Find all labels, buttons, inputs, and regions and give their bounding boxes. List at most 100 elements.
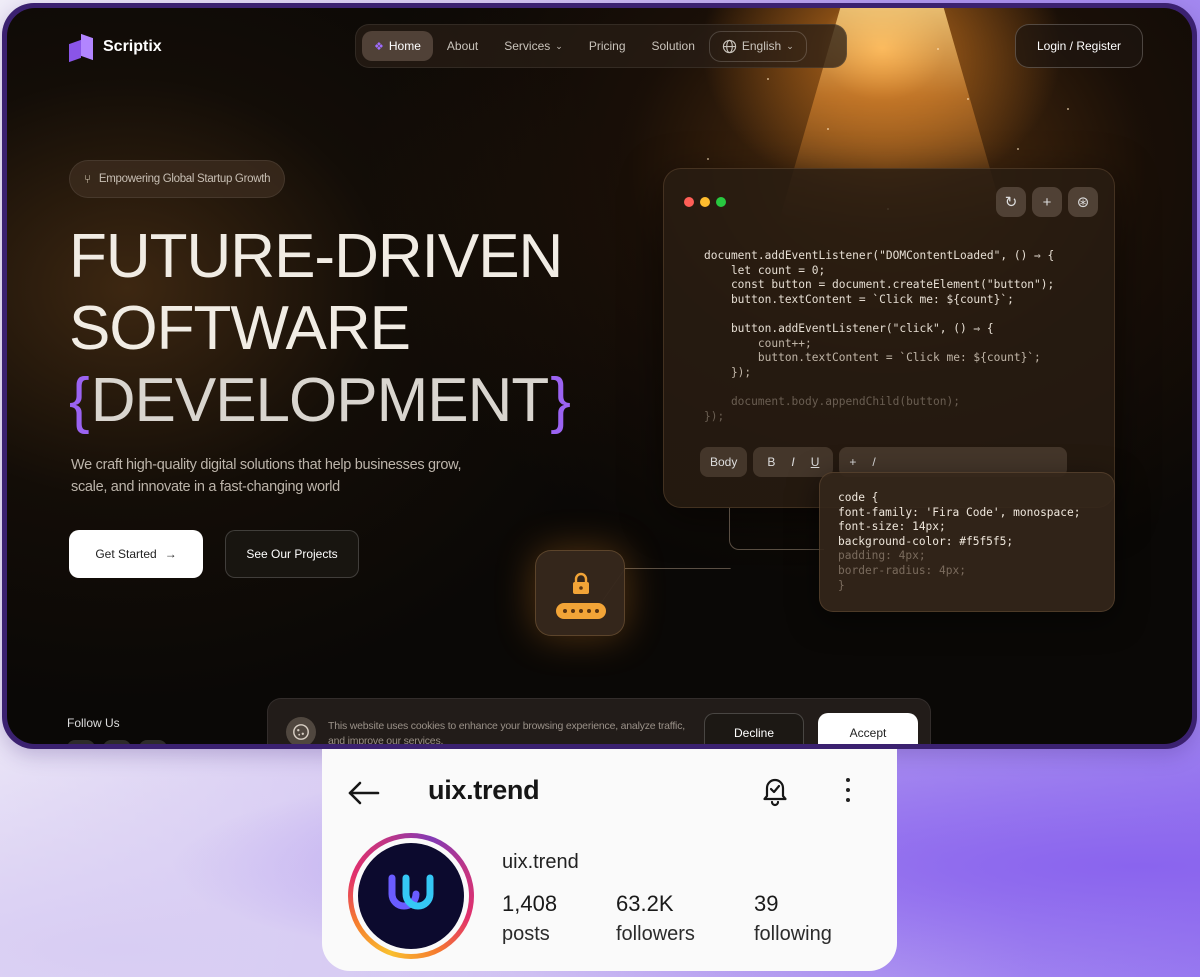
social-icon[interactable]: [67, 740, 95, 744]
insert-plus-button[interactable]: +: [849, 455, 856, 469]
hero-badge-text: Empowering Global Startup Growth: [98, 173, 271, 185]
cookie-icon: [286, 717, 316, 744]
posts-count: 1,408: [502, 891, 558, 916]
globe-icon: [722, 39, 737, 53]
code-line: document.addEventListener("DOMContentLoa…: [704, 249, 1055, 262]
editor-actions: ↻ + ⊛: [996, 187, 1098, 217]
cookie-banner: This website uses cookies to enhance you…: [267, 698, 931, 744]
nav-about[interactable]: About: [435, 31, 490, 61]
css-line: code {: [838, 491, 879, 504]
social-icon[interactable]: [103, 740, 131, 744]
code-line: const button = document.createElement("b…: [704, 278, 1055, 292]
minimize-dot[interactable]: [700, 197, 710, 207]
css-line: }: [838, 578, 845, 592]
plus-icon[interactable]: +: [1032, 187, 1062, 217]
code-line: let count = 0;: [704, 263, 826, 277]
more-vertical-icon[interactable]: [838, 775, 858, 805]
posts-label: posts: [502, 923, 550, 945]
avatar: [358, 843, 464, 949]
css-line: font-size: 14px;: [838, 520, 946, 534]
password-dots-icon: [556, 603, 606, 619]
bell-check-icon[interactable]: [758, 773, 792, 807]
see-projects-button[interactable]: See Our Projects: [225, 530, 359, 578]
get-started-label: Get Started: [95, 547, 157, 561]
code-line: });: [704, 365, 752, 379]
nav-pricing[interactable]: Pricing: [577, 31, 638, 61]
hero-subtitle: We craft high-quality digital solutions …: [71, 457, 462, 495]
lock-icon: [573, 572, 589, 594]
site-logo[interactable]: Scriptix: [69, 33, 162, 63]
hero-badge: ⑂ Empowering Global Startup Growth: [69, 160, 286, 198]
language-label: English: [741, 39, 782, 53]
device-frame: Scriptix ❖ Home About Services ⌄ Pricing…: [2, 3, 1197, 749]
logo-text: Scriptix: [103, 38, 162, 55]
following-count: 39: [754, 891, 779, 916]
diamond-icon: ❖: [374, 40, 384, 53]
css-line: padding: 4px;: [838, 549, 926, 563]
refresh-icon[interactable]: ↻: [996, 187, 1026, 217]
body-style-select[interactable]: Body: [700, 447, 748, 477]
following-label: following: [754, 923, 832, 945]
arrow-right-icon: →: [164, 547, 177, 561]
bold-button[interactable]: B: [767, 455, 775, 469]
nav-home[interactable]: ❖ Home: [362, 31, 433, 61]
chevron-down-icon: ⌄: [786, 40, 794, 51]
code-line: document.body.appendChild(button);: [704, 394, 960, 408]
format-group: B I U: [753, 447, 834, 477]
stat-following[interactable]: 39 following: [754, 891, 832, 946]
follow-us-label: Follow Us: [67, 716, 120, 730]
code-line: button.textContent = `Click me: ${count}…: [704, 351, 1041, 365]
hero-title-line-3: { DEVELOPMENT }: [69, 366, 571, 435]
stat-posts[interactable]: 1,408 posts: [502, 891, 557, 946]
code-line: count++;: [704, 336, 812, 350]
social-icon[interactable]: [139, 740, 167, 744]
uix-logo-icon: [388, 874, 434, 910]
avatar-story-ring[interactable]: [348, 833, 474, 959]
logo-icon: [69, 33, 95, 63]
css-line: font-family: 'Fira Code', monospace;: [838, 505, 1081, 519]
profile-name: uix.trend: [502, 851, 579, 873]
nav-services-label: Services: [504, 39, 551, 53]
code-editor-window: ↻ + ⊛ document.addEventListener("DOMCont…: [663, 168, 1115, 508]
css-line: background-color: #f5f5f5;: [838, 534, 1014, 548]
hero-title-line-2: SOFTWARE: [69, 294, 411, 363]
arrow-left-icon[interactable]: [344, 773, 384, 813]
italic-button[interactable]: I: [791, 455, 794, 469]
underline-button[interactable]: U: [811, 455, 820, 469]
followers-count: 63.2K: [616, 891, 674, 916]
css-snippet-card: code {font-family: 'Fira Code', monospac…: [819, 472, 1115, 612]
accept-button[interactable]: Accept: [818, 713, 918, 744]
nav-services[interactable]: Services ⌄: [492, 31, 575, 61]
website-screenshot: Scriptix ❖ Home About Services ⌄ Pricing…: [7, 8, 1192, 744]
code-block: document.addEventListener("DOMContentLoa…: [704, 249, 1054, 424]
chevron-down-icon: ⌄: [555, 40, 563, 51]
cookie-text: This website uses cookies to enhance you…: [328, 720, 685, 744]
security-card: [535, 550, 625, 636]
window-controls: [684, 197, 726, 207]
get-started-button[interactable]: Get Started →: [69, 530, 203, 578]
code-line: });: [704, 409, 725, 423]
close-dot[interactable]: [684, 197, 694, 207]
branch-icon: ⑂: [84, 172, 91, 186]
instagram-profile-card: uix.trend uix.trend 1,408 posts 63.2K fo…: [322, 749, 897, 971]
maximize-dot[interactable]: [716, 197, 726, 207]
language-select[interactable]: English ⌄: [708, 30, 807, 62]
slash-command-button[interactable]: /: [872, 455, 875, 469]
stat-followers[interactable]: 63.2K followers: [616, 891, 695, 946]
brace-close: }: [550, 366, 571, 435]
nav-home-label: Home: [388, 39, 421, 53]
settings-icon[interactable]: ⊛: [1068, 187, 1098, 217]
profile-handle-title: uix.trend: [428, 775, 540, 805]
decline-button[interactable]: Decline: [704, 713, 804, 744]
main-nav: ❖ Home About Services ⌄ Pricing Solution…: [355, 24, 847, 68]
css-line: border-radius: 4px;: [838, 563, 966, 577]
code-line: button.textContent = `Click me: ${count}…: [704, 292, 1014, 306]
brace-open: {: [69, 366, 90, 435]
connector-line: [729, 508, 824, 550]
nav-solution[interactable]: Solution: [640, 31, 707, 61]
css-code-block: code {font-family: 'Fira Code', monospac…: [838, 491, 1080, 593]
login-register-button[interactable]: Login / Register: [1015, 24, 1143, 68]
hero-title-development: DEVELOPMENT: [90, 366, 550, 435]
